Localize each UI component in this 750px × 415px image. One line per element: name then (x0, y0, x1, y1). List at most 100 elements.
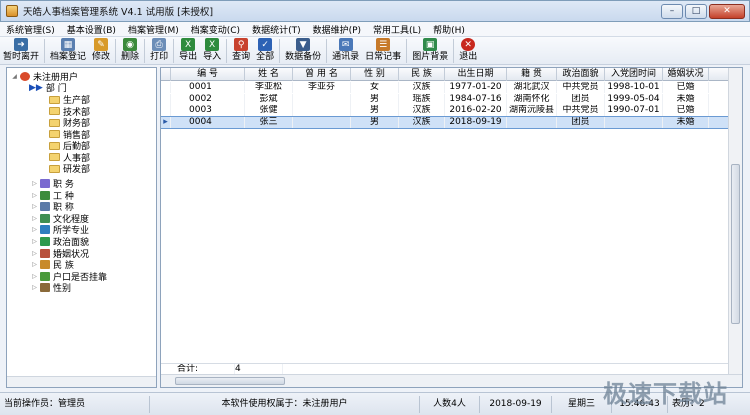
expand-icon[interactable]: ▷ (31, 273, 38, 280)
toolbar: ➜ 暂时离开 ▦ 档案登记 ✎ 修改 ◉ 删除 ⎙ 打印 X 导出 X 导入 ⚲ 查询 ✓ 全部 … (0, 37, 750, 65)
column-header[interactable]: 入党团时间 (605, 68, 663, 81)
menu-archive-changes[interactable]: 档案变动(C) (185, 23, 246, 36)
expand-icon[interactable]: ▷ (31, 180, 38, 187)
tree-item-department[interactable]: 生产部 (49, 94, 90, 106)
export-button[interactable]: X 导出 (176, 37, 200, 63)
category-icon (40, 179, 50, 188)
tree-item-category[interactable]: ▷ 户口是否挂靠 (31, 271, 107, 283)
category-icon (40, 237, 50, 246)
table-cell (293, 93, 351, 105)
tree-item-category[interactable]: ▷ 职 称 (31, 201, 74, 213)
tree-item-category[interactable]: ▷ 民 族 (31, 259, 74, 271)
tree-item-category[interactable]: ▷ 所学专业 (31, 224, 89, 236)
contacts-button[interactable]: ✉ 通讯录 (329, 37, 362, 63)
minimize-button[interactable]: – (661, 4, 683, 19)
print-button[interactable]: ⎙ 打印 (147, 37, 171, 63)
query-button[interactable]: ⚲ 查询 (229, 37, 253, 63)
column-header[interactable]: 姓 名 (245, 68, 293, 81)
table-cell: 0001 (171, 82, 245, 93)
expand-icon[interactable]: ▷ (31, 226, 38, 233)
tree-item-department[interactable]: 人事部 (49, 152, 90, 164)
menu-basic-settings[interactable]: 基本设置(B) (61, 23, 122, 36)
menu-statistics[interactable]: 数据统计(T) (246, 23, 307, 36)
table-cell: 团员 (557, 93, 605, 105)
column-header[interactable]: 籍 贯 (507, 68, 557, 81)
category-icon (40, 260, 50, 270)
register-button[interactable]: ▦ 档案登记 (47, 37, 89, 63)
table-cell: 湖北武汉 (507, 82, 557, 93)
close-button[interactable]: ✕ (709, 4, 745, 19)
tree-root[interactable]: ◢ 未注册用户 (11, 71, 78, 83)
category-icon (40, 202, 50, 212)
leave-button[interactable]: ➜ 暂时离开 (0, 37, 42, 63)
toolbar-separator (115, 39, 117, 63)
menu-archive-management[interactable]: 档案管理(M) (122, 23, 185, 36)
column-header[interactable]: 政治面貌 (557, 68, 605, 81)
backup-button[interactable]: ▼ 数据备份 (282, 37, 324, 63)
all-button[interactable]: ✓ 全部 (253, 37, 277, 63)
app-icon (6, 5, 18, 17)
table-cell: 汉族 (399, 105, 445, 116)
tree-item-category[interactable]: ▷ 职 务 (31, 178, 74, 190)
expand-icon[interactable]: ▷ (31, 284, 38, 291)
column-header[interactable]: 婚姻状况 (663, 68, 709, 81)
table-row[interactable]: 0001 李亚松 李亚芬女汉族 1977-01-20 湖北武汉 中共党员 1998-10-0… (161, 82, 729, 93)
toolbar-separator (453, 39, 455, 63)
edit-icon: ✎ (94, 38, 109, 51)
horizontal-scroll-thumb[interactable] (175, 377, 285, 385)
tree-item-category[interactable]: ▷ 性别 (31, 282, 71, 294)
table-cell: 0004 (171, 116, 245, 128)
import-button[interactable]: X 导入 (200, 37, 224, 63)
table-cell: 中共党员 (557, 105, 605, 116)
expand-icon[interactable]: ▷ (31, 203, 38, 210)
expand-icon[interactable]: ▷ (31, 261, 38, 268)
table-row[interactable]: ▸ 0004 张三 男汉族 2018-09-19 团员 未婚 (161, 115, 730, 129)
category-icon (40, 283, 50, 293)
tree-item-category[interactable]: ▷ 政治面貌 (31, 236, 89, 248)
notes-button[interactable]: ☰ 日常记事 (362, 37, 404, 63)
expand-icon[interactable]: ▷ (31, 215, 38, 222)
expand-icon[interactable]: ▷ (31, 250, 38, 257)
tree-item-department[interactable]: 财务部 (49, 117, 90, 129)
tree-horizontal-scrollbar[interactable] (7, 376, 156, 387)
collapse-icon[interactable]: ◢ (11, 73, 18, 80)
column-header[interactable]: 编 号 (171, 68, 245, 81)
menu-system[interactable]: 系统管理(S) (0, 23, 61, 36)
table-vertical-scrollbar[interactable] (728, 68, 742, 376)
checkbox-icon: ✓ (258, 38, 273, 51)
tree-node-department[interactable]: ▶▶ 部 门 (29, 82, 67, 95)
folder-icon (49, 164, 60, 173)
exit-button[interactable]: ✕ 退出 (456, 37, 480, 63)
column-header[interactable]: 曾 用 名 (293, 68, 351, 81)
delete-button[interactable]: ◉ 删除 (118, 37, 142, 63)
column-header[interactable]: 民 族 (399, 68, 445, 81)
table-cell: 已婚 (663, 82, 709, 93)
table-row[interactable]: 0003 张健 男汉族 2016-02-20 湖南沅陵县 中共党员 1990-07-01 已婚 (161, 105, 729, 116)
tree-item-category[interactable]: ▷ 工 种 (31, 190, 74, 202)
tree-item-department[interactable]: 技术部 (49, 106, 90, 118)
expand-icon[interactable]: ▷ (31, 238, 38, 245)
status-count: 人数4人 (420, 395, 480, 413)
edit-button[interactable]: ✎ 修改 (89, 37, 113, 63)
maximize-button[interactable]: □ (685, 4, 707, 19)
tree-item-department[interactable]: 研发部 (49, 163, 90, 175)
table-cell: 1977-01-20 (445, 82, 507, 93)
table-cell: 2018-09-19 (445, 116, 507, 128)
toolbar-separator (279, 39, 281, 63)
menu-help[interactable]: 帮助(H) (427, 23, 471, 36)
tree-item-department[interactable]: 后勤部 (49, 140, 90, 152)
tree-item-department[interactable]: 销售部 (49, 129, 90, 141)
menu-tools[interactable]: 常用工具(L) (367, 23, 427, 36)
menu-data-maintenance[interactable]: 数据维护(P) (307, 23, 367, 36)
column-header[interactable]: 出生日期 (445, 68, 507, 81)
table-cell: 1984-07-16 (445, 93, 507, 105)
tree-item-category[interactable]: ▷ 婚姻状况 (31, 248, 89, 260)
table-cell: 汉族 (399, 116, 445, 128)
table-cell: 湖南沅陵县 (507, 105, 557, 116)
tree-item-category[interactable]: ▷ 文化程度 (31, 213, 89, 225)
table-row[interactable]: 0002 彭斌 男瑶族 1984-07-16 湖南怀化 团员 1999-05-04 未婚 (161, 93, 729, 105)
column-header[interactable]: 性 别 (351, 68, 399, 81)
background-button[interactable]: ▣ 图片背景 (409, 37, 451, 63)
vertical-scroll-thumb[interactable] (731, 164, 740, 324)
expand-icon[interactable]: ▷ (31, 192, 38, 199)
